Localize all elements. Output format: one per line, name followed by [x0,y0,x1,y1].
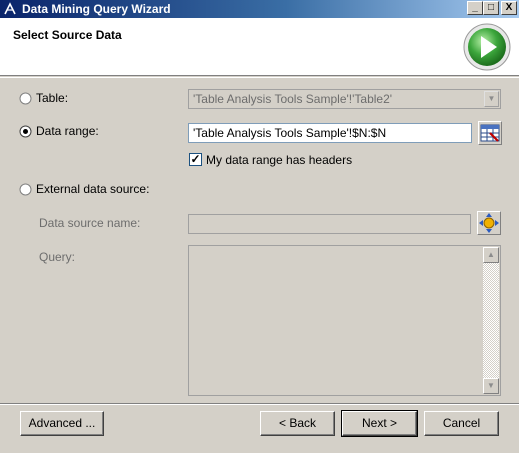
cancel-button[interactable]: Cancel [424,411,499,436]
range-picker-button[interactable] [478,121,502,145]
minimize-button[interactable]: _ [467,1,483,15]
green-play-arrow-icon [463,23,511,71]
table-label: Table: [36,91,69,105]
header-divider [0,77,519,78]
external-source-label: External data source: [36,182,150,196]
data-range-label: Data range: [36,124,99,138]
scroll-down-icon[interactable]: ▼ [483,378,499,394]
page-title: Select Source Data [13,28,122,42]
next-button[interactable]: Next > [341,410,418,437]
query-scrollbar[interactable]: ▲ ▼ [483,247,499,394]
data-source-name-label: Data source name: [39,216,141,230]
scroll-up-icon[interactable]: ▲ [483,247,499,263]
table-dropdown[interactable]: 'Table Analysis Tools Sample'!'Table2' [188,89,501,109]
range-selector-icon [480,124,500,142]
advanced-button[interactable]: Advanced ... [20,411,104,436]
query-textarea[interactable]: ▲ ▼ [188,245,501,396]
back-button[interactable]: < Back [260,411,335,436]
wizard-header: Select Source Data [0,18,519,76]
data-source-browse-button[interactable] [477,211,501,235]
table-radio[interactable] [19,92,32,105]
external-source-radio[interactable] [19,183,32,196]
window-title: Data Mining Query Wizard [22,2,171,16]
has-headers-label: My data range has headers [206,153,353,167]
data-range-radio[interactable] [19,125,32,138]
data-source-name-input[interactable] [188,214,471,234]
has-headers-checkbox[interactable]: ✓ [189,153,202,166]
close-button[interactable]: X [501,1,517,15]
data-range-input[interactable]: 'Table Analysis Tools Sample'!$N:$N [188,123,472,143]
maximize-button[interactable]: □ [483,1,499,15]
footer-divider [0,403,519,405]
title-bar: Data Mining Query Wizard _ □ X [0,0,519,18]
dropdown-arrow-icon[interactable]: ▼ [484,91,499,107]
data-source-browse-icon [479,213,499,233]
query-label: Query: [39,250,76,264]
wizard-app-icon [4,2,16,15]
